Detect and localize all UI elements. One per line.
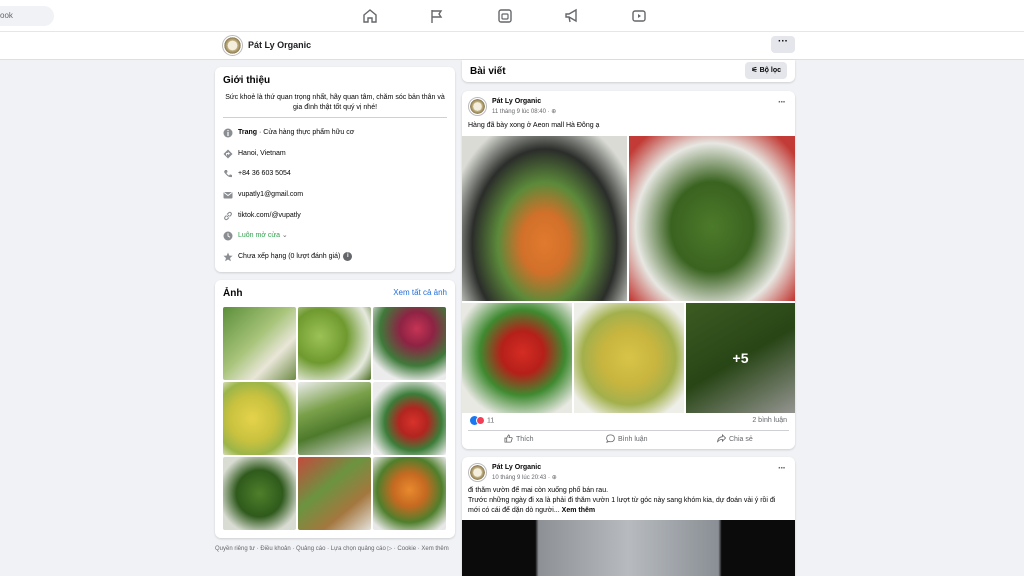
post-photo[interactable] [462, 303, 572, 413]
filter-label: Bộ lọc [759, 67, 781, 74]
photo-thumbnail[interactable] [223, 382, 296, 455]
hours-dropdown[interactable]: Luôn mở cửa ⌄ [238, 230, 288, 242]
comment-button[interactable]: Bình luận [606, 433, 648, 447]
email-text[interactable]: vupatly1@gmail.com [238, 189, 303, 201]
post-more-button[interactable]: ··· [778, 97, 786, 108]
love-reaction-icon [476, 416, 485, 425]
share-label: Chia sẻ [729, 436, 753, 443]
photo-thumbnail[interactable] [298, 307, 371, 380]
post-text-line: Trước những ngày đi xa là phải đi thăm v… [468, 497, 776, 514]
top-navigation: ook [0, 0, 1024, 32]
divider [468, 430, 789, 431]
thumbs-up-icon [504, 434, 513, 443]
post-author[interactable]: Pát Ly Organic [492, 464, 541, 471]
rating-text: Chưa xếp hạng (0 lượt đánh giá) [238, 253, 341, 260]
intro-bio: Sức khoẻ là thứ quan trọng nhất, hãy qua… [225, 94, 445, 111]
post-photo[interactable] [462, 136, 627, 301]
timestamp-text: 10 tháng 9 lúc 20:43 · [492, 475, 552, 481]
photos-card: Ảnh Xem tất cả ảnh [215, 280, 455, 538]
post-photo[interactable] [629, 136, 795, 301]
category-label: Trang [238, 129, 258, 136]
page-avatar[interactable] [222, 35, 243, 56]
home-icon[interactable] [362, 8, 378, 24]
category-value[interactable]: · Cửa hàng thực phẩm hữu cơ [257, 129, 354, 136]
post-text: đi thăm vườn để mai còn xuống phố bán ra… [468, 486, 788, 516]
hours-text: Luôn mở cửa [238, 232, 280, 239]
intro-title: Giới thiệu [223, 75, 271, 86]
info-icon [223, 128, 233, 138]
filter-icon: ⚟ [751, 67, 758, 74]
megaphone-icon[interactable] [564, 8, 580, 24]
post-timestamp[interactable]: 10 tháng 9 lúc 20:43 · ⊕ [492, 474, 557, 481]
post: Pát Ly Organic 10 tháng 9 lúc 20:43 · ⊕ … [462, 457, 795, 576]
author-avatar[interactable] [468, 463, 487, 482]
share-button[interactable]: Chia sẻ [717, 433, 753, 447]
globe-icon: ⊕ [551, 475, 557, 481]
hours-row: Luôn mở cửa ⌄ [223, 230, 451, 242]
post-video[interactable] [462, 520, 795, 576]
gaming-icon[interactable] [497, 8, 513, 24]
more-options-button[interactable]: ··· [771, 36, 795, 53]
post-photo[interactable]: +5 [686, 303, 795, 413]
photo-thumbnail[interactable] [223, 307, 296, 380]
rating-info-icon[interactable]: i [343, 251, 353, 261]
photo-thumbnail[interactable] [298, 382, 371, 455]
photo-thumbnail[interactable] [298, 457, 371, 530]
reaction-count: 11 [486, 417, 495, 425]
phone-text[interactable]: +84 36 603 5054 [238, 168, 291, 180]
page-header-bar: Pát Ly Organic ··· [0, 32, 1024, 60]
footer-links[interactable]: Quyền riêng tư · Điều khoản · Quảng cáo … [215, 545, 455, 554]
search-input[interactable]: ook [0, 6, 54, 26]
comment-icon [606, 434, 615, 443]
photo-thumbnail[interactable] [373, 307, 446, 380]
rating-row: Chưa xếp hạng (0 lượt đánh giá) i [223, 251, 451, 263]
timestamp-text: 11 tháng 9 lúc 08:40 · [492, 109, 552, 115]
intro-card: Giới thiệu Sức khoẻ là thứ quan trọng nh… [215, 67, 455, 272]
post-author[interactable]: Pát Ly Organic [492, 98, 541, 105]
see-more-link[interactable]: Xem thêm [560, 507, 595, 514]
share-icon [717, 433, 727, 443]
photo-thumbnail[interactable] [223, 457, 296, 530]
mail-icon [223, 190, 233, 200]
clock-icon [223, 231, 233, 241]
posts-header: Bài viết ⚟ Bộ lọc [462, 60, 795, 82]
divider [223, 117, 447, 118]
like-button[interactable]: Thích [504, 433, 534, 447]
comment-count[interactable]: 2 bình luận [752, 417, 787, 424]
globe-icon: ⊕ [551, 109, 557, 115]
location-row: Hanoi, Vietnam [223, 148, 451, 160]
flag-icon[interactable] [429, 8, 445, 24]
posts-title: Bài viết [470, 66, 506, 77]
author-avatar[interactable] [468, 97, 487, 116]
phone-row: +84 36 603 5054 [223, 168, 451, 180]
chevron-down-icon: ⌄ [281, 232, 288, 239]
photo-thumbnail[interactable] [373, 382, 446, 455]
category-row: Trang · Cửa hàng thực phẩm hữu cơ [223, 127, 451, 139]
filter-button[interactable]: ⚟ Bộ lọc [745, 62, 787, 79]
see-all-photos-link[interactable]: Xem tất cả ảnh [393, 288, 447, 297]
post-photo[interactable] [574, 303, 684, 413]
directions-icon [223, 149, 233, 159]
star-icon [223, 252, 233, 262]
post-more-button[interactable]: ··· [778, 463, 786, 474]
photos-title: Ảnh [223, 288, 243, 299]
email-row: vupatly1@gmail.com [223, 189, 451, 201]
like-label: Thích [516, 436, 534, 443]
website-link[interactable]: tiktok.com/@vupatly [238, 210, 301, 222]
video-icon[interactable] [631, 8, 647, 24]
phone-icon [223, 169, 233, 179]
reactions-summary[interactable]: 11 [470, 416, 494, 425]
more-photos-overlay[interactable]: +5 [686, 303, 795, 413]
location-text[interactable]: Hanoi, Vietnam [238, 148, 286, 160]
post-text: Hàng đã bày xong ở Aeon mall Hà Đông ạ [468, 122, 600, 129]
website-row: tiktok.com/@vupatly [223, 210, 451, 222]
photo-thumbnail[interactable] [373, 457, 446, 530]
comment-label: Bình luận [618, 436, 648, 443]
post: Pát Ly Organic 11 tháng 9 lúc 08:40 · ⊕ … [462, 91, 795, 449]
post-timestamp[interactable]: 11 tháng 9 lúc 08:40 · ⊕ [492, 108, 556, 115]
page-name[interactable]: Pát Ly Organic [248, 40, 311, 50]
link-icon [223, 211, 233, 221]
post-text-line: đi thăm vườn để mai còn xuống phố bán ra… [468, 487, 609, 494]
